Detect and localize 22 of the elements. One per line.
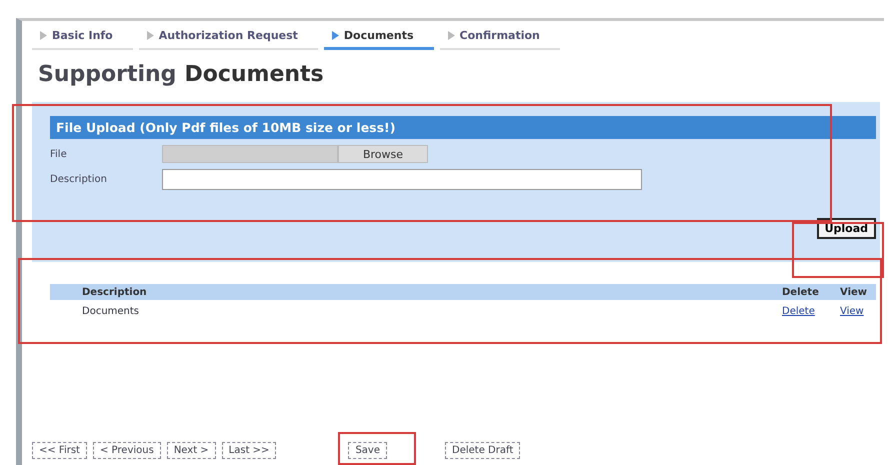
panel-header: File Upload (Only Pdf files of 10MB size or less!) (50, 116, 876, 139)
nav-button[interactable]: < Previous (92, 442, 161, 459)
field-label: File (50, 148, 68, 160)
tab[interactable]: Documents (324, 26, 434, 50)
table-cell-text: Documents (81, 306, 140, 316)
delete-link[interactable]: Delete (782, 306, 815, 316)
column-header: View (840, 286, 868, 298)
nav-button[interactable]: << First (32, 442, 87, 459)
column-header: Delete (782, 286, 820, 298)
browse-button[interactable]: Browse (338, 145, 428, 163)
tab[interactable]: Confirmation (440, 26, 560, 50)
nav-button[interactable]: Last >> (222, 442, 276, 459)
action-button[interactable]: Delete Draft (445, 442, 520, 459)
action-button[interactable]: Save (348, 442, 387, 459)
page-title: Documents (184, 62, 324, 89)
column-header: Description (81, 286, 148, 298)
tab[interactable]: Authorization Request (138, 26, 318, 50)
nav-button[interactable]: Next > (166, 442, 216, 459)
field-label: Description (50, 174, 108, 185)
tab[interactable]: Basic Info (32, 26, 133, 50)
view-link[interactable]: View (840, 306, 864, 316)
page-title: Supporting (38, 62, 176, 89)
